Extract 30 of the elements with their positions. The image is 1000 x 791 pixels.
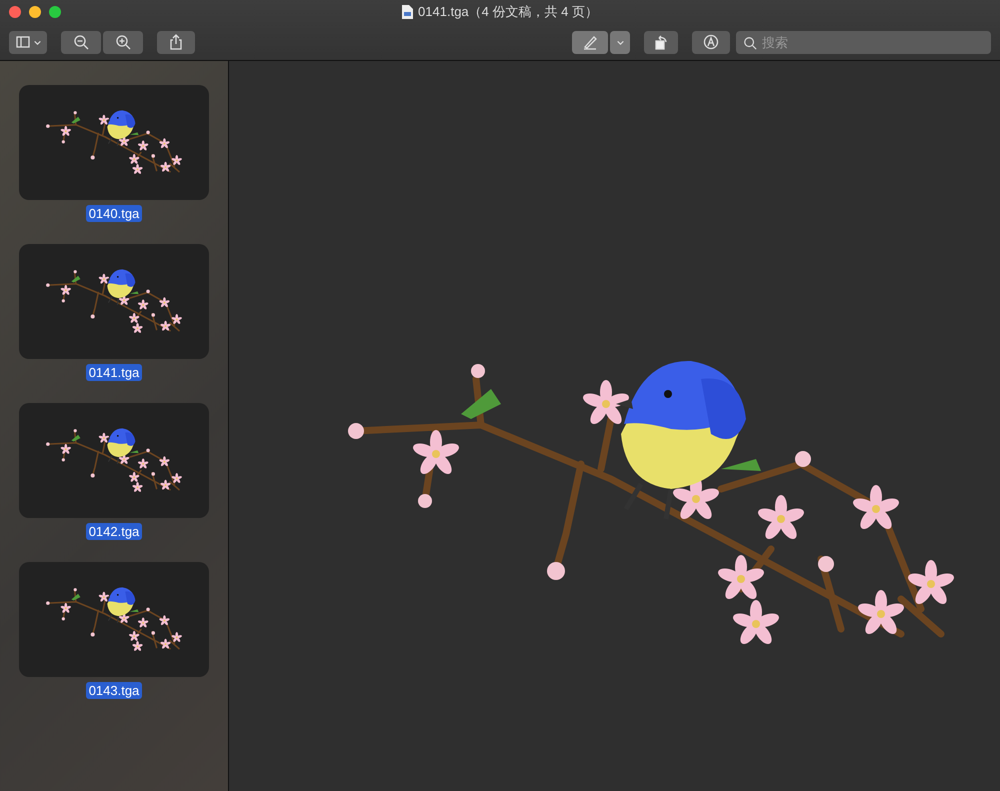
zoom-out-icon: [73, 34, 89, 50]
zoom-button[interactable]: [49, 6, 61, 18]
minimize-button[interactable]: [29, 6, 41, 18]
highlight-menu-button[interactable]: [610, 30, 630, 54]
zoom-in-icon: [115, 34, 131, 50]
zoom-in-button[interactable]: [103, 30, 143, 54]
pen-icon: [582, 34, 598, 50]
window-title: 0141.tga（4 份文稿，共 4 页）: [418, 3, 598, 21]
share-icon: [168, 34, 184, 50]
thumbnail-label[interactable]: 0142.tga: [86, 523, 142, 540]
search-icon: [743, 36, 757, 50]
document-icon: [402, 5, 414, 19]
page-thumbnail[interactable]: [19, 403, 209, 518]
share-button[interactable]: [157, 30, 195, 54]
sidebar-icon: [14, 34, 30, 50]
search-field[interactable]: 搜索: [736, 30, 991, 54]
rotate-button[interactable]: [644, 30, 678, 54]
rotate-icon: [653, 34, 669, 50]
zoom-out-button[interactable]: [61, 30, 101, 54]
page-thumbnail[interactable]: [19, 562, 209, 677]
thumbnail-label[interactable]: 0143.tga: [86, 682, 142, 699]
markup-icon: [703, 34, 719, 50]
thumbnail-label[interactable]: 0140.tga: [86, 205, 142, 222]
close-button[interactable]: [9, 6, 21, 18]
page-thumbnail[interactable]: [19, 85, 209, 200]
page-thumbnail[interactable]: [19, 244, 209, 359]
markup-button[interactable]: [692, 30, 730, 54]
thumbnail-label[interactable]: 0141.tga: [86, 364, 142, 381]
highlight-button[interactable]: [572, 30, 608, 54]
sidebar-toggle-button[interactable]: [9, 30, 47, 54]
